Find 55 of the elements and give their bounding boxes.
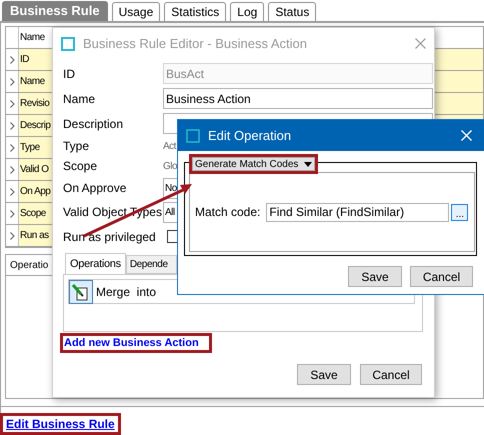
expand-chevron-icon[interactable]: [10, 232, 14, 240]
field-label: Run as privileged: [63, 228, 157, 246]
dialog-button[interactable]: Save: [348, 266, 402, 287]
field-label: Type: [63, 138, 90, 155]
operation-label: Merge into: [96, 284, 156, 300]
tab[interactable]: Business Rule: [2, 1, 108, 21]
field-label: Name: [63, 90, 96, 108]
dropdown[interactable]: Generate Match Codes: [192, 157, 316, 171]
tab[interactable]: Operations: [65, 253, 126, 274]
expand-chevron-icon[interactable]: [10, 144, 14, 152]
tab[interactable]: Usage: [112, 2, 160, 21]
expand-chevron-icon[interactable]: [10, 100, 14, 108]
caret-icon: [304, 162, 312, 166]
table-cell-text: Type: [19, 141, 40, 155]
dropdown-value: Generate Match Codes: [195, 158, 298, 172]
field-value: Glo: [163, 160, 178, 174]
close-icon[interactable]: [415, 38, 426, 49]
field-label: Match code:: [195, 204, 260, 221]
input-field[interactable]: Find Similar (FindSimilar): [266, 202, 450, 222]
tab[interactable]: Status: [268, 2, 316, 21]
tab[interactable]: Statistics: [164, 2, 226, 21]
table-cell-text: ID: [19, 53, 29, 67]
expand-chevron-icon[interactable]: [10, 78, 14, 86]
expand-chevron-icon[interactable]: [10, 56, 14, 64]
browse-button[interactable]: ...: [451, 204, 468, 220]
table-cell-text: Run as: [19, 229, 49, 243]
add-link[interactable]: Add new Business Action: [64, 334, 199, 352]
pencil-document-icon[interactable]: [69, 280, 93, 304]
table-cell-text: Revisio: [19, 97, 50, 111]
window-title: Edit Operation: [208, 126, 292, 145]
table-cell-text: Valid O: [19, 163, 49, 177]
window-icon: [186, 128, 200, 142]
dialog-button[interactable]: Cancel: [410, 266, 473, 287]
expand-chevron-icon[interactable]: [10, 166, 14, 174]
table-cell-text: Name: [19, 75, 45, 89]
column-header: Name: [19, 31, 45, 45]
table-cell-text: Descrip: [19, 119, 50, 133]
window-title: Business Rule Editor - Business Action: [83, 34, 308, 53]
field-label: On Approve: [63, 180, 128, 197]
tab[interactable]: Depende: [126, 255, 177, 274]
expand-chevron-icon[interactable]: [10, 210, 14, 218]
field-label: ID: [63, 66, 76, 82]
field-label: Description: [63, 116, 124, 132]
field-label: Scope: [63, 158, 98, 175]
tab[interactable]: Log: [230, 2, 264, 21]
field-value: Act: [163, 140, 176, 154]
expand-chevron-icon[interactable]: [10, 188, 14, 196]
window-icon: [61, 36, 75, 50]
input-field[interactable]: Business Action: [163, 88, 433, 109]
edit-link[interactable]: Edit Business Rule: [6, 415, 115, 433]
table-cell-text: On App: [19, 185, 50, 199]
dialog-button[interactable]: Cancel: [360, 364, 422, 385]
table-cell-text: Scope: [19, 207, 46, 221]
dialog-button[interactable]: Save: [297, 364, 351, 385]
expand-chevron-icon[interactable]: [10, 122, 14, 130]
